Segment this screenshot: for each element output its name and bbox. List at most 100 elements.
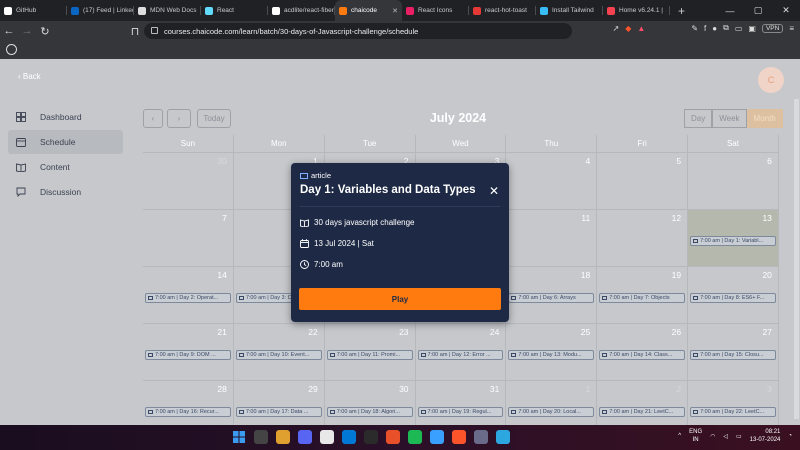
language-indicator[interactable]: ENG IN	[689, 428, 702, 444]
sidebar-item-discussion[interactable]: Discussion	[8, 180, 123, 204]
calendar-event[interactable]: 7:00 am | Day 14: Class...	[599, 350, 686, 360]
sidebar-item-dashboard[interactable]: Dashboard	[8, 105, 123, 129]
pen-icon[interactable]: ✎	[691, 24, 698, 33]
taskbar-app-icon[interactable]	[496, 430, 510, 444]
taskbar-app-icon[interactable]	[320, 430, 334, 444]
new-tab-icon[interactable]: +	[670, 4, 693, 18]
share-icon[interactable]: ↗	[613, 24, 620, 33]
clock[interactable]: 08:21 13-07-2024	[750, 428, 781, 444]
battery-icon[interactable]: ▭	[736, 433, 742, 440]
close-icon[interactable]: ✕	[489, 184, 499, 198]
calendar-event[interactable]: 7:00 am | Day 7: Objects	[599, 293, 686, 303]
url-field[interactable]: courses.chaicode.com/learn/batch/30-days…	[144, 23, 572, 39]
font-icon[interactable]: f	[704, 24, 706, 33]
calendar-day-cell[interactable]: 5	[597, 153, 689, 209]
taskbar-app-icon[interactable]	[386, 430, 400, 444]
calendar-event[interactable]: 7:00 am | Day 22: LeetC...	[690, 407, 776, 417]
view-month-button[interactable]: Month	[746, 109, 783, 128]
vpn-button[interactable]: VPN	[761, 23, 784, 33]
view-day-button[interactable]: Day	[684, 109, 713, 128]
sidebar-item-schedule[interactable]: Schedule	[8, 130, 123, 154]
back-link[interactable]: ‹ Back	[18, 72, 41, 81]
taskbar-app-icon[interactable]	[364, 430, 378, 444]
browser-tab[interactable]: react-hot-toast	[469, 0, 536, 21]
calendar-event[interactable]: 7:00 am | Day 21: LeetC...	[599, 407, 686, 417]
calendar-day-cell[interactable]: 18 7:00 am | Day 6: Arrays	[506, 267, 598, 323]
calendar-event[interactable]: 7:00 am | Day 11: Promi...	[326, 350, 413, 360]
close-window-icon[interactable]: ✕	[772, 5, 800, 16]
taskbar-app-icon[interactable]	[474, 430, 488, 444]
calendar-event[interactable]: 7:00 am | Day 12: Error ...	[417, 350, 504, 360]
calendar-day-cell[interactable]: 29 7:00 am | Day 17: Data ...	[234, 381, 325, 425]
calendar-day-cell[interactable]: 11	[506, 210, 598, 266]
calendar-day-cell[interactable]: 3 7:00 am | Day 22: LeetC...	[688, 381, 779, 425]
sidebar-item-content[interactable]: Content	[8, 155, 123, 179]
taskbar-app-icon[interactable]	[408, 430, 422, 444]
extension-icon[interactable]: ●	[712, 24, 717, 33]
browser-tab[interactable]: React	[201, 0, 268, 21]
scrollbar[interactable]	[794, 99, 799, 419]
calendar-event[interactable]: 7:00 am | Day 1: Variabl...	[690, 236, 776, 246]
browser-tab[interactable]: Install Tailwind	[536, 0, 603, 21]
calendar-event[interactable]: 7:00 am | Day 19: Regul...	[417, 407, 504, 417]
calendar-day-cell[interactable]: 30 7:00 am | Day 18: Algori...	[325, 381, 416, 425]
next-month-button[interactable]: ›	[167, 109, 191, 128]
notification-icon[interactable]: ◔	[788, 433, 792, 439]
calendar-day-cell[interactable]: 7	[143, 210, 234, 266]
calendar-event[interactable]: 7:00 am | Day 6: Arrays	[508, 293, 595, 303]
calendar-event[interactable]: 7:00 am | Day 17: Data ...	[235, 407, 322, 417]
calendar-day-cell[interactable]: 19 7:00 am | Day 7: Objects	[597, 267, 689, 323]
calendar-day-cell[interactable]: 25 7:00 am | Day 13: Modu...	[506, 324, 598, 380]
calendar-day-cell[interactable]: 21 7:00 am | Day 9: DOM ...	[143, 324, 234, 380]
minimize-icon[interactable]: —	[716, 6, 744, 16]
calendar-day-cell[interactable]: 20 7:00 am | Day 8: ES6+ F...	[688, 267, 779, 323]
taskbar-app-icon[interactable]	[298, 430, 312, 444]
browser-tab[interactable]: (17) Feed | LinkedIn	[67, 0, 134, 21]
calendar-day-cell[interactable]: 13 7:00 am | Day 1: Variabl...	[688, 210, 779, 266]
calendar-event[interactable]: 7:00 am | Day 13: Modu...	[508, 350, 595, 360]
calendar-event[interactable]: 7:00 am | Day 2: Operat...	[145, 293, 231, 303]
reload-icon[interactable]: ↻	[36, 25, 54, 38]
brave-shield-icon[interactable]: ◆	[625, 24, 631, 33]
browser-tab[interactable]: Home v6.24.1 |	[603, 0, 670, 21]
calendar-event[interactable]: 7:00 am | Day 18: Algori...	[326, 407, 413, 417]
calendar-event[interactable]: 7:00 am | Day 15: Closu...	[690, 350, 776, 360]
calendar-day-cell[interactable]: 24 7:00 am | Day 12: Error ...	[416, 324, 507, 380]
calendar-day-cell[interactable]: 31 7:00 am | Day 19: Regul...	[416, 381, 507, 425]
calendar-event[interactable]: 7:00 am | Day 10: Event...	[235, 350, 322, 360]
taskbar-app-icon[interactable]	[276, 430, 290, 444]
prev-month-button[interactable]: ‹	[143, 109, 163, 128]
forward-arrow-icon[interactable]: →	[18, 25, 36, 37]
close-tab-icon[interactable]: ✕	[392, 7, 398, 15]
volume-icon[interactable]: ◁	[723, 433, 728, 440]
taskbar-app-icon[interactable]	[452, 430, 466, 444]
browser-tab[interactable]: acdlite/react-fiber	[268, 0, 335, 21]
view-week-button[interactable]: Week	[712, 109, 747, 128]
puzzle-icon[interactable]: ⧉	[723, 23, 729, 33]
calendar-event[interactable]: 7:00 am | Day 9: DOM ...	[145, 350, 231, 360]
avatar[interactable]: C	[758, 67, 784, 93]
bookmark-icon[interactable]: ⊓	[126, 25, 144, 38]
calendar-day-cell[interactable]: 1 7:00 am | Day 20: Local...	[506, 381, 598, 425]
calendar-day-cell[interactable]: 30	[143, 153, 234, 209]
calendar-day-cell[interactable]: 12	[597, 210, 689, 266]
calendar-event[interactable]: 7:00 am | Day 16: Recur...	[145, 407, 231, 417]
browser-tab[interactable]: React Icons	[402, 0, 469, 21]
chevron-up-icon[interactable]: ^	[678, 433, 681, 439]
calendar-day-cell[interactable]: 28 7:00 am | Day 16: Recur...	[143, 381, 234, 425]
calendar-day-cell[interactable]: 23 7:00 am | Day 11: Promi...	[325, 324, 416, 380]
apps-icon[interactable]	[6, 44, 17, 55]
browser-tab[interactable]: chaicode ✕	[335, 0, 402, 21]
calendar-event[interactable]: 7:00 am | Day 8: ES6+ F...	[690, 293, 776, 303]
browser-tab[interactable]: MDN Web Docs	[134, 0, 201, 21]
wifi-icon[interactable]: ◠	[710, 433, 715, 440]
maximize-icon[interactable]: ▢	[744, 5, 772, 16]
menu-icon[interactable]: ≡	[789, 24, 794, 33]
back-arrow-icon[interactable]: ←	[0, 25, 18, 37]
sidebar-icon[interactable]: ▭	[735, 24, 743, 33]
wallet-icon[interactable]: ▣	[748, 24, 756, 33]
taskbar-app-icon[interactable]	[430, 430, 444, 444]
browser-tab[interactable]: GitHub	[0, 0, 67, 21]
taskbar-app-icon[interactable]	[254, 430, 268, 444]
calendar-day-cell[interactable]: 14 7:00 am | Day 2: Operat...	[143, 267, 234, 323]
